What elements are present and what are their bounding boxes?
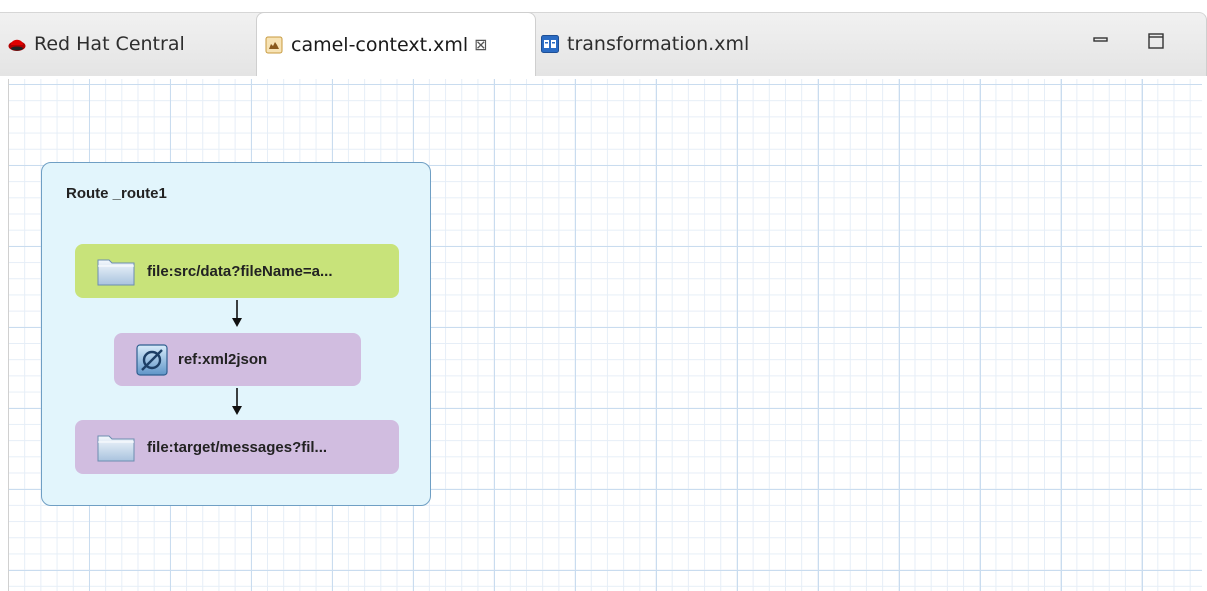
flow-arrow-icon bbox=[232, 388, 242, 415]
maximize-icon[interactable] bbox=[1145, 30, 1167, 52]
minimize-icon[interactable] bbox=[1090, 30, 1112, 52]
route-node-from[interactable]: file:src/data?fileName=a... bbox=[75, 244, 399, 298]
flow-arrow-icon bbox=[232, 300, 242, 327]
route-node-transform[interactable]: ref:xml2json bbox=[114, 333, 361, 386]
tab-transformation[interactable]: transformation.xml bbox=[541, 12, 749, 76]
close-icon[interactable]: ⊠ bbox=[474, 35, 487, 54]
transform-icon bbox=[136, 343, 168, 376]
node-label: file:target/messages?fil... bbox=[147, 438, 328, 456]
route-node-to[interactable]: file:target/messages?fil... bbox=[75, 420, 399, 474]
tab-red-hat-central[interactable]: Red Hat Central bbox=[8, 12, 185, 76]
tab-label: Red Hat Central bbox=[34, 33, 185, 55]
tab-label: transformation.xml bbox=[567, 33, 750, 55]
editor-tab-bar: Red Hat Central camel-context.xml ⊠ tran… bbox=[0, 0, 1207, 80]
folder-icon bbox=[97, 435, 135, 462]
node-label: ref:xml2json bbox=[178, 351, 268, 368]
folder-icon bbox=[97, 259, 135, 286]
node-label: file:src/data?fileName=a... bbox=[147, 262, 333, 280]
redhat-icon bbox=[8, 39, 26, 51]
tab-camel-context[interactable]: camel-context.xml ⊠ bbox=[256, 12, 536, 76]
route-title: Route _route1 bbox=[66, 185, 167, 202]
camel-file-icon bbox=[265, 36, 283, 53]
data-mapper-icon bbox=[541, 35, 559, 53]
tab-label: camel-context.xml bbox=[291, 33, 469, 56]
